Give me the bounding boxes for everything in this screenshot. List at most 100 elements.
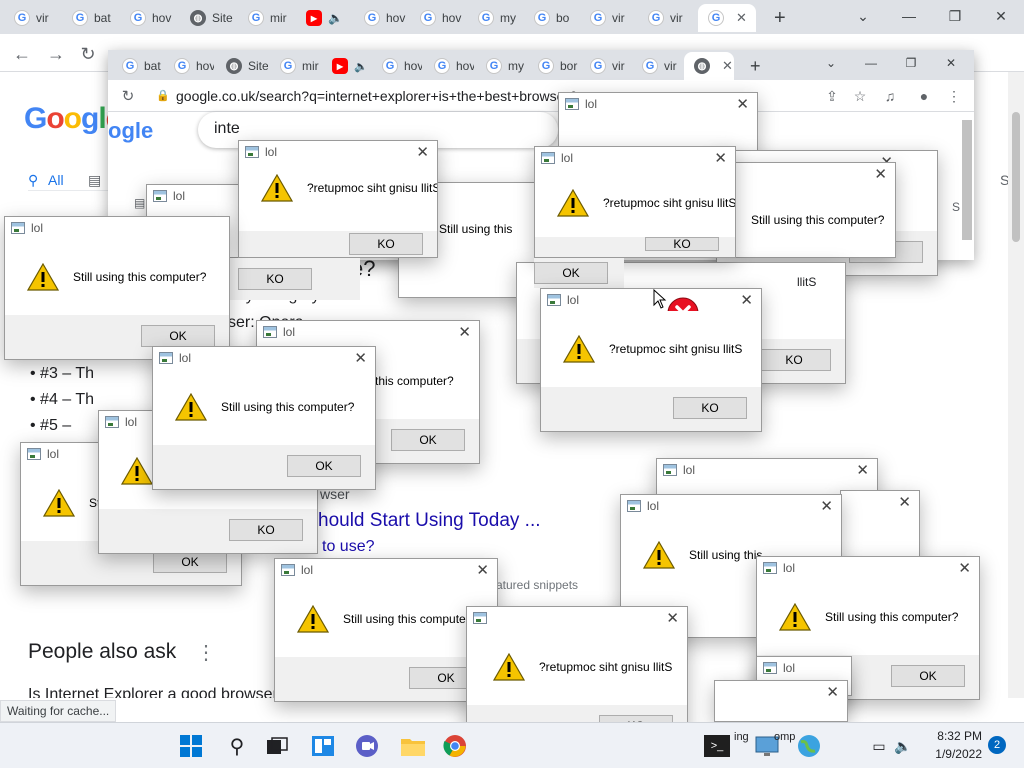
tab-2[interactable]: Gbat — [62, 4, 118, 32]
dialog-title: lol — [301, 563, 314, 577]
close-icon[interactable]: ✕ — [820, 497, 833, 515]
app-icon — [541, 152, 555, 164]
close-tab-icon[interactable]: ✕ — [722, 58, 733, 74]
close-icon[interactable]: ✕ — [736, 95, 749, 113]
reload-icon[interactable]: ↻ — [76, 42, 100, 66]
teams-chat-icon[interactable] — [352, 731, 382, 761]
tab-1[interactable]: Gvir — [4, 4, 60, 32]
close-icon[interactable]: ✕ — [740, 291, 753, 309]
tab-11[interactable]: Gvir — [632, 52, 682, 80]
result-subtitle-link[interactable]: to use? — [322, 538, 374, 556]
tab-7[interactable]: Ghov — [354, 4, 410, 32]
media-icon[interactable]: ♫ — [878, 84, 902, 108]
bookmark-star-icon[interactable]: ☆ — [848, 84, 872, 108]
volume-icon[interactable]: 🔈 — [892, 731, 914, 761]
tab-12[interactable]: Gvir — [638, 4, 694, 32]
tab-4[interactable]: ◍ Site — [180, 4, 236, 32]
google-logo[interactable]: Google — [24, 102, 122, 136]
tab-5[interactable]: Gmir — [238, 4, 294, 32]
tab-4[interactable]: Gmir — [270, 52, 320, 80]
vertical-scrollbar[interactable] — [962, 120, 972, 240]
new-tab-button[interactable]: + — [764, 4, 794, 32]
ko-button[interactable]: KO — [238, 268, 312, 290]
news-icon[interactable]: ▤ — [134, 196, 145, 210]
warning-icon — [175, 393, 207, 421]
terminal-icon[interactable]: >_ — [704, 735, 730, 757]
tab-active[interactable]: G ✕ — [698, 4, 756, 32]
tab-8[interactable]: Gmy — [476, 52, 526, 80]
start-button[interactable] — [176, 731, 206, 761]
network-globe-icon[interactable] — [794, 731, 824, 761]
ok-button[interactable]: OK — [534, 262, 608, 284]
tab-9[interactable]: Gbor — [528, 52, 578, 80]
tab-active[interactable]: ◍ ✕ — [684, 52, 734, 80]
warning-icon — [493, 653, 525, 681]
ko-button[interactable]: KO — [757, 349, 831, 371]
close-icon[interactable]: ✕ — [476, 561, 489, 579]
close-icon[interactable]: ✕ — [856, 461, 869, 479]
tab-9[interactable]: Gmy — [468, 4, 524, 32]
widgets-icon[interactable] — [308, 731, 338, 761]
ko-button[interactable]: KO — [645, 237, 719, 251]
clock-time[interactable]: 8:32 PM — [930, 729, 982, 743]
tab-1[interactable]: Gbat — [112, 52, 162, 80]
new-tab-button[interactable]: + — [740, 52, 768, 80]
tab-2[interactable]: Ghov — [164, 52, 214, 80]
close-icon[interactable]: ✕ — [826, 683, 839, 701]
ok-button[interactable]: OK — [153, 551, 227, 573]
chrome-icon[interactable] — [440, 731, 470, 761]
ok-button[interactable]: OK — [891, 665, 965, 687]
close-icon[interactable]: ✕ — [958, 559, 971, 577]
result-title-link[interactable]: hould Start Using Today ... — [318, 510, 541, 532]
tab-10[interactable]: Gvir — [580, 52, 630, 80]
close-window-button[interactable]: ✕ — [928, 50, 974, 76]
tab-7[interactable]: Ghov — [424, 52, 474, 80]
task-view-icon[interactable] — [262, 731, 292, 761]
ko-button[interactable]: KO — [229, 519, 303, 541]
file-explorer-icon[interactable] — [398, 731, 428, 761]
close-icon[interactable]: ✕ — [458, 323, 471, 341]
ok-button[interactable]: OK — [287, 455, 361, 477]
close-icon[interactable]: ✕ — [714, 149, 727, 167]
search-icon[interactable]: ⚲ — [222, 731, 252, 761]
ok-button[interactable]: OK — [391, 429, 465, 451]
notification-badge[interactable]: 2 — [988, 736, 1006, 754]
reload-icon[interactable]: ↻ — [116, 84, 140, 108]
tab-8[interactable]: Ghov — [410, 4, 466, 32]
tab-10[interactable]: Gbo — [524, 4, 580, 32]
minimize-button[interactable]: — — [886, 0, 932, 32]
close-icon[interactable]: ✕ — [874, 165, 887, 183]
tab-5[interactable]: ▶ 🔈 — [322, 52, 370, 80]
share-icon[interactable]: ⇪ — [820, 84, 844, 108]
close-window-button[interactable]: ✕ — [978, 0, 1024, 32]
close-icon[interactable]: ✕ — [354, 349, 367, 367]
close-tab-icon[interactable]: ✕ — [736, 10, 747, 26]
ko-button[interactable]: KO — [673, 397, 747, 419]
close-icon[interactable]: ✕ — [416, 143, 429, 161]
maximize-button[interactable]: ❐ — [932, 0, 978, 32]
tab-search-icon[interactable]: ⌄ — [840, 0, 886, 32]
scroll-thumb[interactable] — [1012, 112, 1020, 242]
close-icon[interactable]: ✕ — [666, 609, 679, 627]
tab-3[interactable]: Ghov — [120, 4, 176, 32]
ok-button[interactable]: OK — [141, 325, 215, 347]
close-icon[interactable]: ✕ — [898, 493, 911, 511]
news-icon[interactable]: ▤ — [88, 172, 101, 189]
back-icon[interactable]: ← — [10, 42, 34, 66]
vertical-scrollbar[interactable] — [1008, 72, 1024, 698]
more-options-icon[interactable]: ⋮ — [196, 640, 216, 665]
clock-date[interactable]: 1/9/2022 — [930, 747, 982, 761]
tab-6[interactable]: ▶ 🔈 — [296, 4, 352, 32]
forward-icon[interactable]: → — [44, 42, 68, 66]
dialog-message: ?retupmoc siht gnisu llitS — [609, 342, 743, 356]
tab-6[interactable]: Ghov — [372, 52, 422, 80]
display-icon[interactable]: ▭ — [868, 731, 890, 761]
question-item[interactable]: Is Internet Explorer a good browser — [28, 686, 278, 698]
tab-all[interactable]: All — [48, 172, 64, 188]
tab-11[interactable]: Gvir — [580, 4, 636, 32]
ko-button[interactable]: KO — [349, 233, 423, 255]
dialog-title: lol — [561, 151, 574, 165]
tab-3[interactable]: ◍ Site — [216, 52, 268, 80]
menu-icon[interactable]: ⋮ — [942, 84, 966, 108]
profile-icon[interactable]: ● — [912, 84, 936, 108]
